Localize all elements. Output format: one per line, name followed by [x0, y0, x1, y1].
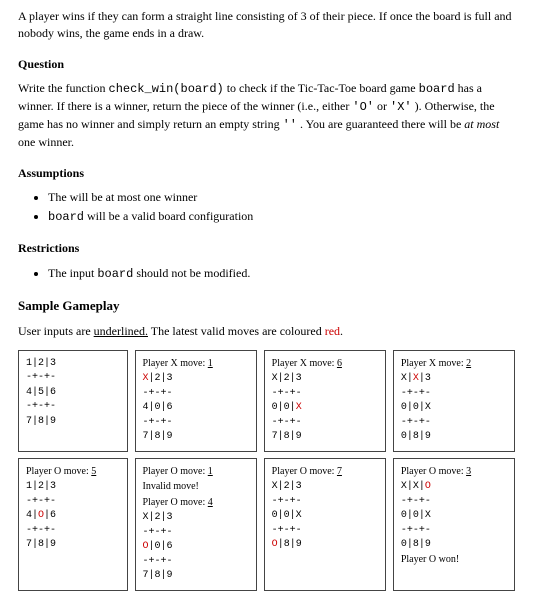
assumptions-heading: Assumptions	[18, 165, 515, 182]
gameplay-box-r2c2: Player O move: 1 Invalid move! Player O …	[135, 458, 257, 591]
question-atmost-rest: one winner.	[18, 135, 74, 149]
assumptions-item-1: The will be at most one winner	[48, 189, 515, 206]
gameplay-row-1: 1|2|3 -+-+- 4|5|6 -+-+- 7|8|9 Player X m…	[18, 350, 515, 452]
prompt-text: Player O move:	[401, 466, 466, 477]
board-pre: X|2|3 -+-+- 0|0|X -+-+-	[272, 481, 302, 536]
board-pre: X|X|	[401, 481, 425, 492]
gameplay-box-r1c1: 1|2|3 -+-+- 4|5|6 -+-+- 7|8|9	[18, 350, 128, 452]
intro-paragraph: A player wins if they can form a straigh…	[18, 8, 515, 42]
user-input: 1	[208, 358, 213, 369]
gameplay-box-r2c3: Player O move: 7 X|2|3 -+-+- 0|0|X -+-+-…	[264, 458, 386, 591]
restrictions-board-code: board	[97, 267, 133, 281]
gameplay-box-r1c2: Player X move: 1 X|2|3 -+-+- 4|0|6 -+-+-…	[135, 350, 257, 452]
sample-note-post: The latest valid moves are coloured	[148, 324, 325, 338]
gameplay-box-r1c4: Player X move: 2 X|X|3 -+-+- 0|0|X -+-+-…	[393, 350, 515, 452]
assumptions-item-2-rest: will be a valid board configuration	[84, 209, 253, 223]
board-pre: X|2|3 -+-+-	[143, 512, 173, 538]
question-func-code: check_win(board)	[109, 82, 224, 96]
question-lit-empty: ''	[283, 118, 297, 132]
prompt-text: Player X move:	[401, 358, 466, 369]
sample-note-underlined: underlined.	[94, 324, 148, 338]
prompt-text2: Player O move:	[143, 497, 208, 508]
question-lit-o: 'O'	[352, 100, 374, 114]
sample-heading: Sample Gameplay	[18, 297, 515, 315]
board-pre: X|	[401, 373, 413, 384]
gameplay-box-r2c4: Player O move: 3 X|X|O -+-+- 0|0|X -+-+-…	[393, 458, 515, 591]
question-text-mid1: to check if the Tic-Tac-Toe board game	[224, 81, 419, 95]
invalid-text: Invalid move!	[143, 481, 199, 492]
prompt-text: Player X move:	[272, 358, 337, 369]
sample-note-red: red	[325, 324, 340, 338]
move-mark: X	[296, 402, 302, 413]
question-paragraph: Write the function check_win(board) to c…	[18, 80, 515, 150]
document-page: A player wins if they can form a straigh…	[0, 0, 533, 609]
gameplay-box-r1c3: Player X move: 6 X|2|3 -+-+- 0|0|X -+-+-…	[264, 350, 386, 452]
board-text: 1|2|3 -+-+- 4|5|6 -+-+- 7|8|9	[26, 358, 56, 427]
question-lit-x: 'X'	[390, 100, 412, 114]
restrictions-heading: Restrictions	[18, 240, 515, 257]
board-post: |8|9	[278, 539, 302, 550]
assumptions-list: The will be at most one winner board wil…	[18, 189, 515, 226]
user-input: 1	[208, 466, 213, 477]
restrictions-item-1: The input board should not be modified.	[48, 265, 515, 283]
user-input2: 4	[208, 497, 213, 508]
user-input: 7	[337, 466, 342, 477]
restrictions-post: should not be modified.	[133, 266, 250, 280]
question-text-mid4: . You are guaranteed there will be	[297, 117, 464, 131]
question-heading: Question	[18, 56, 515, 73]
assumptions-board-code: board	[48, 210, 84, 224]
gameplay-row-2: Player O move: 5 1|2|3 -+-+- 4|O|6 -+-+-…	[18, 458, 515, 591]
question-text-or: or	[374, 99, 390, 113]
prompt-text: Player O move:	[143, 466, 208, 477]
question-text-pre: Write the function	[18, 81, 109, 95]
user-input: 3	[466, 466, 471, 477]
board-post: -+-+- 0|0|X -+-+- 0|8|9	[401, 496, 431, 551]
user-input: 2	[466, 358, 471, 369]
gameplay-box-r2c1: Player O move: 5 1|2|3 -+-+- 4|O|6 -+-+-…	[18, 458, 128, 591]
prompt-text: Player O move:	[272, 466, 337, 477]
question-board-code: board	[419, 82, 455, 96]
user-input: 5	[91, 466, 96, 477]
restrictions-pre: The input	[48, 266, 97, 280]
won-text: Player O won!	[401, 554, 459, 565]
restrictions-list: The input board should not be modified.	[18, 265, 515, 283]
question-atmost-ital: at most	[464, 117, 499, 131]
sample-note-dot: .	[340, 324, 343, 338]
user-input: 6	[337, 358, 342, 369]
sample-note-pre: User inputs are	[18, 324, 94, 338]
prompt-text: Player O move:	[26, 466, 91, 477]
move-mark: O	[425, 481, 431, 492]
board-post: -+-+- 7|8|9	[272, 417, 302, 443]
sample-note: User inputs are underlined. The latest v…	[18, 323, 515, 340]
assumptions-item-2: board will be a valid board configuratio…	[48, 208, 515, 226]
prompt-text: Player X move:	[143, 358, 208, 369]
